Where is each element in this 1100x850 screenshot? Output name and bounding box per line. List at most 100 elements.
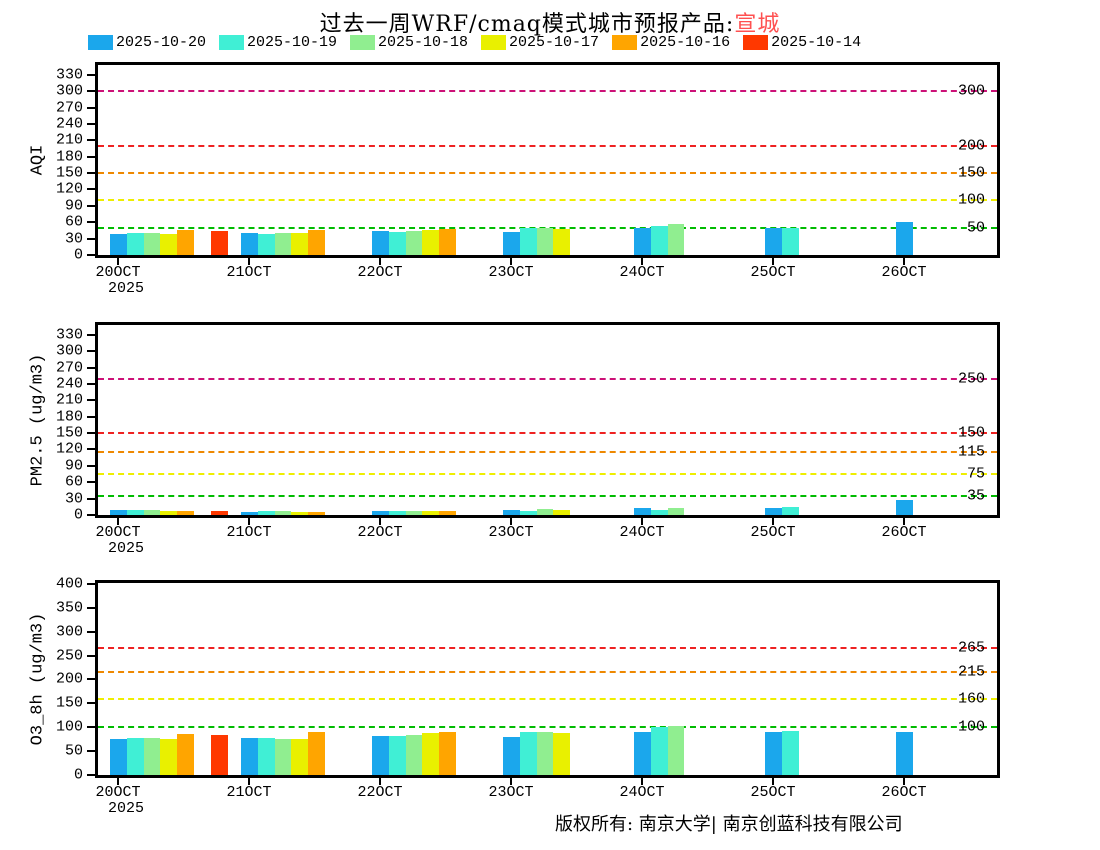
bar (537, 228, 554, 255)
y-tick-mark (87, 399, 95, 401)
y-tick-label: 270 (33, 99, 83, 116)
bar (668, 224, 685, 255)
legend-label: 2025-10-14 (771, 34, 861, 51)
guideline-label: 100 (885, 192, 985, 209)
guideline (98, 671, 997, 673)
legend-color-swatch (612, 35, 637, 50)
guideline-label: 160 (885, 690, 985, 707)
y-tick-mark (87, 172, 95, 174)
bar (634, 732, 651, 775)
bar (241, 512, 258, 515)
y-tick-label: 120 (33, 181, 83, 198)
bar (127, 738, 144, 775)
bar (439, 732, 456, 775)
legend-item: 2025-10-19 (219, 34, 337, 52)
x-tick-label: 20OCT (73, 524, 163, 541)
guideline-label: 75 (885, 466, 985, 483)
bar (110, 234, 127, 255)
legend-item: 2025-10-16 (612, 34, 730, 52)
bar (553, 510, 570, 515)
legend-label: 2025-10-17 (509, 34, 599, 51)
y-tick-mark (87, 90, 95, 92)
x-tick-label: 24OCT (597, 784, 687, 801)
y-tick-label: 330 (33, 326, 83, 343)
bar (765, 228, 782, 255)
y-tick-label: 50 (33, 743, 83, 760)
bar (275, 739, 292, 775)
bar (372, 736, 389, 775)
guideline-label: 215 (885, 664, 985, 681)
y-tick-label: 300 (33, 343, 83, 360)
x-tick-label: 24OCT (597, 264, 687, 281)
x-tick-label: 26OCT (859, 264, 949, 281)
y-tick-mark (87, 448, 95, 450)
bar (389, 736, 406, 775)
plot-area-pm25 (95, 322, 1000, 518)
y-tick-mark (87, 123, 95, 125)
x-tick-label: 22OCT (335, 264, 425, 281)
guideline-label: 150 (885, 425, 985, 442)
y-tick-label: 60 (33, 214, 83, 231)
footer-copyright: 版权所有: 南京大学| 南京创蓝科技有限公司 (555, 810, 903, 836)
x-tick-label: 21OCT (204, 264, 294, 281)
y-tick-mark (87, 750, 95, 752)
guideline-label: 200 (885, 137, 985, 154)
bar (372, 511, 389, 515)
y-tick-label: 30 (33, 490, 83, 507)
guideline (98, 90, 997, 92)
bar (406, 511, 423, 515)
guideline (98, 451, 997, 453)
y-tick-label: 210 (33, 132, 83, 149)
x-tick-label: 20OCT (73, 264, 163, 281)
bar (258, 234, 275, 255)
bar (651, 226, 668, 255)
bar (110, 739, 127, 775)
y-tick-label: 330 (33, 66, 83, 83)
bar (291, 739, 308, 775)
legend: 2025-10-20 2025-10-19 2025-10-18 2025-10-17… (88, 34, 874, 52)
y-tick-mark (87, 481, 95, 483)
y-tick-label: 150 (33, 695, 83, 712)
y-tick-mark (87, 221, 95, 223)
bar (389, 232, 406, 255)
guideline-label: 100 (885, 719, 985, 736)
bar (634, 228, 651, 255)
legend-label: 2025-10-20 (116, 34, 206, 51)
guideline (98, 199, 997, 201)
y-tick-mark (87, 156, 95, 158)
bar (439, 511, 456, 515)
bar (537, 509, 554, 515)
bar (406, 735, 423, 775)
y-tick-mark (87, 205, 95, 207)
x-tick-year-label: 2025 (81, 280, 171, 297)
guideline-label: 300 (885, 83, 985, 100)
x-tick-label: 25OCT (728, 784, 818, 801)
bar (634, 508, 651, 515)
bar (241, 738, 258, 775)
y-tick-label: 200 (33, 671, 83, 688)
bar (422, 511, 439, 515)
bar (503, 232, 520, 255)
bar (160, 234, 177, 255)
legend-color-swatch (481, 35, 506, 50)
x-tick-label: 21OCT (204, 784, 294, 801)
y-tick-label: 180 (33, 148, 83, 165)
legend-color-swatch (350, 35, 375, 50)
bar (503, 510, 520, 515)
bar (553, 229, 570, 255)
bar (782, 731, 799, 775)
bar (520, 511, 537, 515)
y-tick-label: 180 (33, 408, 83, 425)
bar (144, 233, 161, 255)
bar (782, 228, 799, 255)
y-tick-label: 0 (33, 507, 83, 524)
y-tick-label: 90 (33, 457, 83, 474)
x-tick-label: 20OCT (73, 784, 163, 801)
bar (160, 739, 177, 775)
guideline (98, 726, 997, 728)
legend-label: 2025-10-19 (247, 34, 337, 51)
y-tick-mark (87, 607, 95, 609)
legend-item: 2025-10-18 (350, 34, 468, 52)
y-tick-mark (87, 514, 95, 516)
bar (406, 231, 423, 255)
